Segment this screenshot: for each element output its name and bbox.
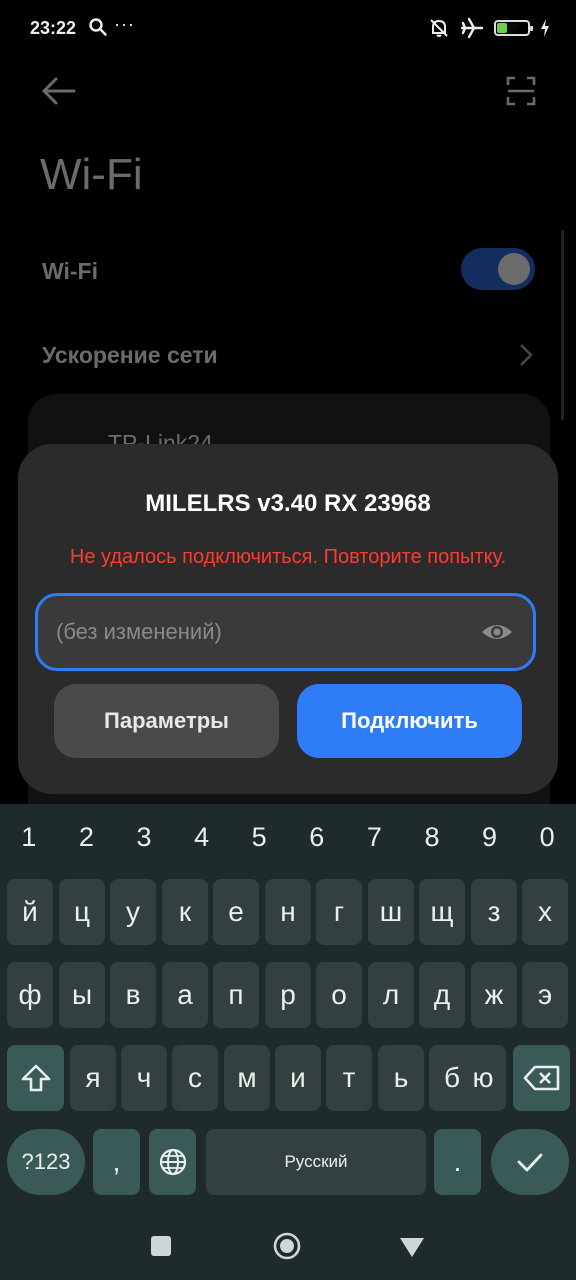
shift-icon bbox=[21, 1064, 50, 1092]
key-5[interactable]: 5 bbox=[230, 814, 288, 860]
battery-level: 30 bbox=[506, 22, 518, 34]
backspace-icon bbox=[523, 1065, 559, 1091]
letter-key[interactable]: й bbox=[7, 879, 53, 945]
charging-icon bbox=[541, 19, 549, 37]
number-row: 1 2 3 4 5 6 7 8 9 0 bbox=[0, 814, 576, 860]
wifi-toggle[interactable] bbox=[461, 248, 535, 290]
key-4[interactable]: 4 bbox=[173, 814, 231, 860]
key-2[interactable]: 2 bbox=[58, 814, 116, 860]
letter-key[interactable]: щ bbox=[419, 879, 465, 945]
more-notifications-icon: ··· bbox=[114, 14, 135, 34]
letter-key[interactable]: ш bbox=[368, 879, 414, 945]
battery-icon: 30 bbox=[494, 20, 533, 36]
toggle-knob bbox=[498, 253, 530, 285]
letter-key[interactable]: э bbox=[522, 962, 568, 1028]
key-8[interactable]: 8 bbox=[403, 814, 461, 860]
recents-icon[interactable] bbox=[151, 1236, 171, 1256]
chevron-right-icon bbox=[520, 344, 533, 366]
letter-key[interactable]: а bbox=[162, 962, 208, 1028]
letter-row-1: й ц у к е н г ш щ з х bbox=[0, 879, 576, 945]
key-6[interactable]: 6 bbox=[288, 814, 346, 860]
key-9[interactable]: 9 bbox=[461, 814, 519, 860]
letter-key[interactable]: р bbox=[265, 962, 311, 1028]
home-icon[interactable] bbox=[273, 1232, 301, 1260]
key-3[interactable]: 3 bbox=[115, 814, 173, 860]
shift-key[interactable] bbox=[7, 1045, 64, 1111]
back-arrow-icon[interactable] bbox=[40, 74, 78, 108]
password-field[interactable] bbox=[35, 593, 536, 671]
letter-key[interactable]: л bbox=[368, 962, 414, 1028]
letter-key[interactable]: з bbox=[471, 879, 517, 945]
bottom-row: ?123 , Русский . bbox=[0, 1129, 576, 1195]
letter-row-2: ф ы в а п р о л д ж э bbox=[0, 962, 576, 1028]
checkmark-icon bbox=[517, 1153, 543, 1172]
page-title: Wi-Fi bbox=[40, 150, 143, 199]
letter-key[interactable]: ф bbox=[7, 962, 53, 1028]
period-key[interactable]: . bbox=[434, 1129, 481, 1195]
search-icon bbox=[89, 18, 107, 36]
enter-key[interactable] bbox=[491, 1129, 569, 1195]
letter-key[interactable]: н bbox=[265, 879, 311, 945]
battery-cap bbox=[530, 26, 533, 31]
symbols-key[interactable]: ?123 bbox=[7, 1129, 85, 1195]
letter-key[interactable]: ь bbox=[378, 1045, 424, 1111]
letter-key[interactable]: ю bbox=[460, 1045, 506, 1111]
letter-row-3: я ч с м и т ь б ю bbox=[0, 1045, 576, 1111]
letter-key[interactable]: г bbox=[316, 879, 362, 945]
letter-key[interactable]: ы bbox=[59, 962, 105, 1028]
key-0[interactable]: 0 bbox=[518, 814, 576, 860]
error-message: Не удалось подключиться. Повторите попыт… bbox=[69, 546, 507, 568]
qr-scan-icon[interactable] bbox=[506, 76, 536, 106]
globe-icon bbox=[159, 1148, 186, 1176]
key-7[interactable]: 7 bbox=[346, 814, 404, 860]
network-boost-item[interactable]: Ускорение сети bbox=[42, 342, 218, 369]
letter-key[interactable]: в bbox=[110, 962, 156, 1028]
back-triangle-icon[interactable] bbox=[399, 1236, 425, 1258]
eye-icon[interactable] bbox=[481, 620, 513, 644]
keyboard: 1 2 3 4 5 6 7 8 9 0 й ц у к е н г ш щ з … bbox=[0, 804, 576, 1216]
language-key[interactable] bbox=[149, 1129, 196, 1195]
letter-key[interactable]: я bbox=[70, 1045, 116, 1111]
dialog-title: MILELRS v3.40 RX 23968 bbox=[145, 490, 431, 517]
password-input[interactable] bbox=[56, 596, 476, 668]
letter-key[interactable]: с bbox=[172, 1045, 218, 1111]
letter-key[interactable]: ж bbox=[471, 962, 517, 1028]
letter-key[interactable]: п bbox=[213, 962, 259, 1028]
wifi-toggle-label: Wi-Fi bbox=[42, 258, 98, 284]
letter-key[interactable]: ч bbox=[121, 1045, 167, 1111]
navigation-bar bbox=[0, 1216, 576, 1280]
letter-key[interactable]: и bbox=[275, 1045, 321, 1111]
letter-key[interactable]: к bbox=[162, 879, 208, 945]
key-1[interactable]: 1 bbox=[0, 814, 58, 860]
letter-key[interactable]: т bbox=[326, 1045, 372, 1111]
letter-key[interactable]: у bbox=[110, 879, 156, 945]
comma-key[interactable]: , bbox=[93, 1129, 140, 1195]
silent-bell-icon bbox=[430, 19, 448, 37]
backspace-key[interactable] bbox=[513, 1045, 570, 1111]
status-icons: 30 bbox=[428, 16, 550, 40]
status-time: 23:22 bbox=[30, 18, 77, 38]
connect-button[interactable]: Подключить bbox=[297, 684, 522, 758]
letter-key[interactable]: е bbox=[213, 879, 259, 945]
scrollbar[interactable] bbox=[561, 230, 564, 420]
letter-key[interactable]: м bbox=[224, 1045, 270, 1111]
parameters-button[interactable]: Параметры bbox=[54, 684, 279, 758]
space-key[interactable]: Русский bbox=[206, 1129, 426, 1195]
letter-key[interactable]: д bbox=[419, 962, 465, 1028]
wifi-password-dialog: MILELRS v3.40 RX 23968 Не удалось подклю… bbox=[18, 444, 558, 794]
status-bar: 23:22 ··· 30 bbox=[0, 0, 576, 58]
letter-key[interactable]: ц bbox=[59, 879, 105, 945]
airplane-icon bbox=[460, 17, 484, 39]
letter-key[interactable]: х bbox=[522, 879, 568, 945]
letter-key[interactable]: о bbox=[316, 962, 362, 1028]
